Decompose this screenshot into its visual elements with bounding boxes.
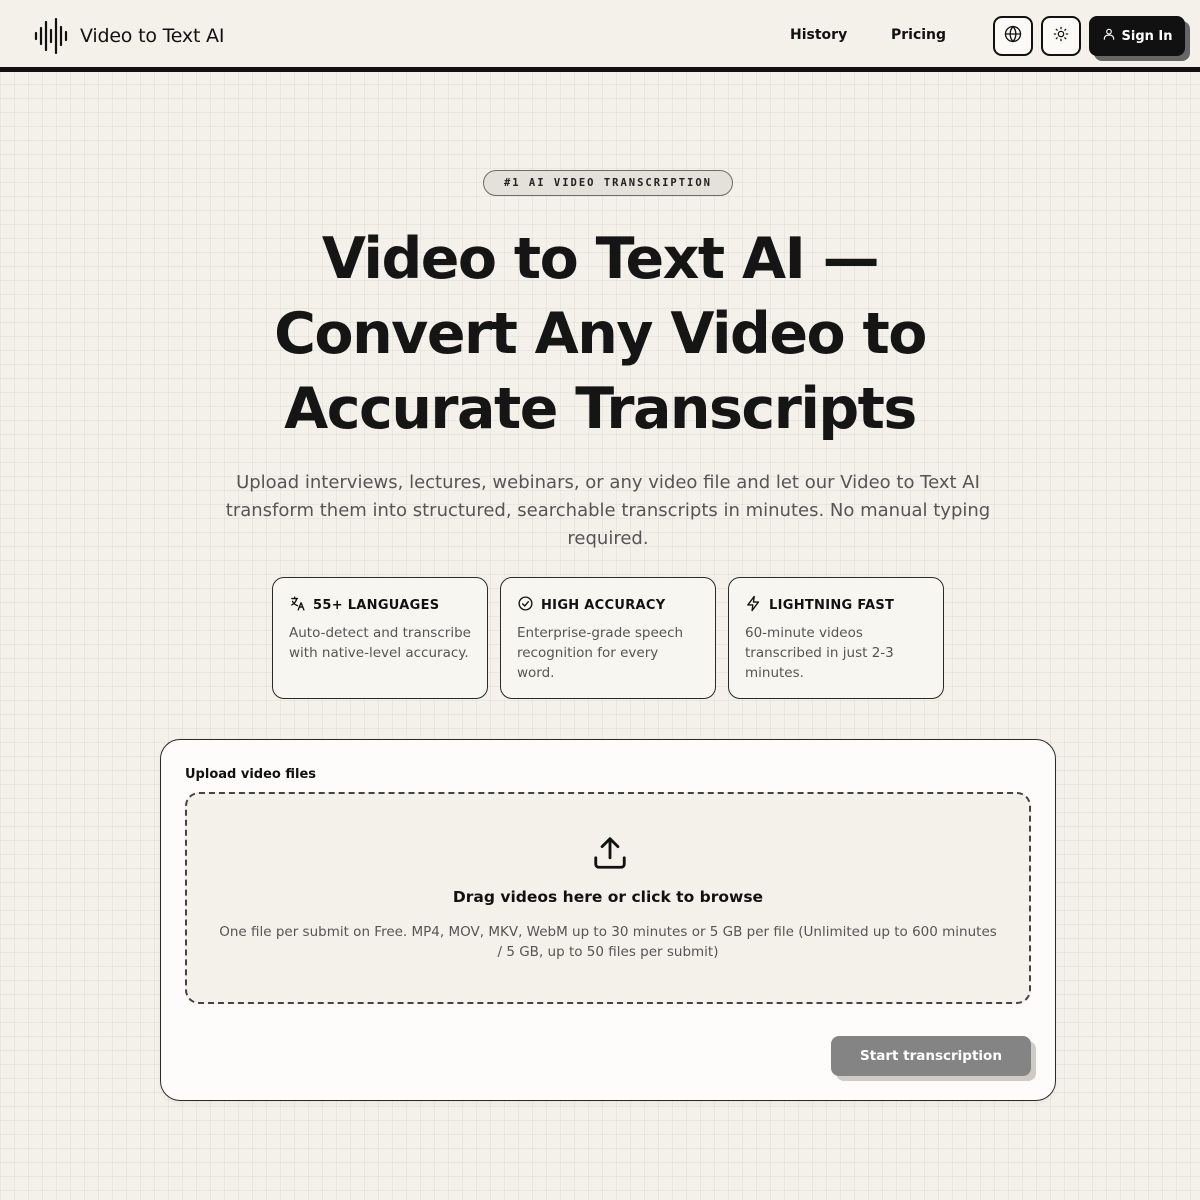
feature-card-speed: LIGHTNING FAST 60-minute videos transcri… xyxy=(728,577,944,699)
dropzone-title: Drag videos here or click to browse xyxy=(452,888,764,906)
logo[interactable]: Video to Text AI xyxy=(34,18,224,54)
sign-in-label: Sign In xyxy=(1121,28,1173,44)
language-button[interactable] xyxy=(993,16,1033,56)
hero-title: Video to Text AI — Convert Any Video to … xyxy=(274,226,927,442)
lightning-icon xyxy=(745,595,762,616)
feature-description: 60-minute videos transcribed in just 2-3… xyxy=(745,625,894,681)
feature-title: HIGH ACCURACY xyxy=(541,597,666,613)
upload-card: Upload video files Drag videos here or c… xyxy=(160,739,1056,1101)
feature-header: 55+ LANGUAGES xyxy=(289,595,471,616)
waveform-logo-icon xyxy=(34,18,70,54)
nav-history-link[interactable]: History xyxy=(790,27,847,43)
translate-icon xyxy=(289,595,306,616)
start-transcription-wrap: Start transcription xyxy=(831,1036,1036,1081)
feature-description: Auto-detect and transcribe with native-l… xyxy=(289,625,471,661)
feature-title: LIGHTNING FAST xyxy=(769,597,895,613)
check-circle-icon xyxy=(517,595,534,616)
top-header: Video to Text AI History Pricing Sign In xyxy=(0,0,1200,72)
feature-title: 55+ LANGUAGES xyxy=(313,597,440,613)
feature-header: HIGH ACCURACY xyxy=(517,595,699,616)
sign-in-button[interactable]: Sign In xyxy=(1089,16,1185,56)
logo-text: Video to Text AI xyxy=(80,25,225,47)
feature-card-languages: 55+ LANGUAGES Auto-detect and transcribe… xyxy=(272,577,488,699)
sign-in-button-wrap: Sign In xyxy=(1089,16,1190,61)
feature-description: Enterprise-grade speech recognition for … xyxy=(517,625,684,681)
theme-toggle-button[interactable] xyxy=(1041,16,1081,56)
globe-icon xyxy=(1004,25,1022,47)
dropzone-hint: One file per submit on Free. MP4, MOV, M… xyxy=(219,924,997,960)
upload-icon xyxy=(591,834,629,872)
feature-card-accuracy: HIGH ACCURACY Enterprise-grade speech re… xyxy=(500,577,716,699)
hero-subtitle: Upload interviews, lectures, webinars, o… xyxy=(225,472,991,549)
upload-label: Upload video files xyxy=(185,767,317,782)
user-icon xyxy=(1102,27,1116,45)
file-dropzone[interactable]: Drag videos here or click to browse One … xyxy=(185,792,1031,1004)
hero-badge: #1 AI VIDEO TRANSCRIPTION xyxy=(483,170,733,196)
feature-header: LIGHTNING FAST xyxy=(745,595,927,616)
sun-icon xyxy=(1053,26,1069,46)
start-transcription-button[interactable]: Start transcription xyxy=(831,1036,1031,1076)
nav-pricing-link[interactable]: Pricing xyxy=(891,27,946,43)
